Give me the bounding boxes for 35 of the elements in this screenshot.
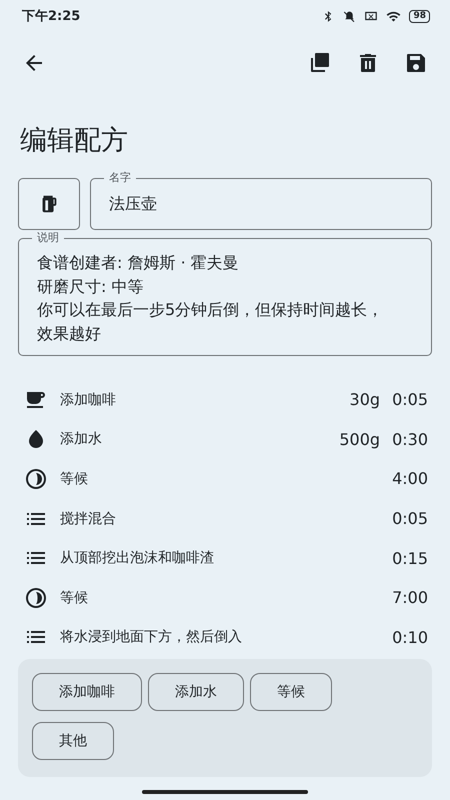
step-time: 0:05 <box>392 390 428 410</box>
step-label: 添加咖啡 <box>60 390 117 409</box>
bell-off-icon <box>343 10 356 22</box>
step-label: 从顶部挖出泡沫和咖啡渣 <box>60 549 215 568</box>
step-amount: 30g <box>350 390 380 410</box>
step-label: 等候 <box>60 470 89 488</box>
add-step-button[interactable]: 等候 <box>250 673 332 712</box>
step-time: 0:10 <box>392 628 428 647</box>
icon-picker-button[interactable] <box>18 178 80 230</box>
add-step-button[interactable]: 添加水 <box>148 673 244 712</box>
step-time: 0:30 <box>392 430 428 449</box>
description-line: 你可以在最后一步5分钟后倒，但保持时间越长，效果越好 <box>37 299 384 344</box>
step-label: 将水浸到地面下方，然后倒入 <box>60 628 243 646</box>
add-step-button[interactable]: 其他 <box>32 722 114 760</box>
step-label: 搅拌混合 <box>60 510 117 528</box>
step-time: 4:00 <box>392 469 428 488</box>
page-title: 编辑配方 <box>20 124 129 158</box>
copy-icon <box>308 51 332 75</box>
save-icon <box>404 51 428 75</box>
description-line: 研磨尺寸: 中等 <box>37 276 144 298</box>
step-time: 0:05 <box>392 509 428 528</box>
timer-icon <box>24 466 48 491</box>
status-time: 下午2:25 <box>22 8 80 25</box>
field-label: 名字 <box>104 170 136 185</box>
timer-icon <box>24 586 48 610</box>
step-time: 7:00 <box>392 588 428 608</box>
step-time: 0:15 <box>392 548 428 568</box>
battery-level: 98 <box>409 10 430 22</box>
step-amount: 500g <box>339 430 380 449</box>
step-label: 等候 <box>60 588 89 607</box>
add-step-button[interactable]: 添加咖啡 <box>32 673 142 712</box>
step-label: 添加水 <box>60 430 103 448</box>
description-line: 食谱创建者: 詹姆斯 · 霍夫曼 <box>37 252 240 274</box>
sim-icon <box>364 9 378 23</box>
field-label: 说明 <box>32 230 64 245</box>
